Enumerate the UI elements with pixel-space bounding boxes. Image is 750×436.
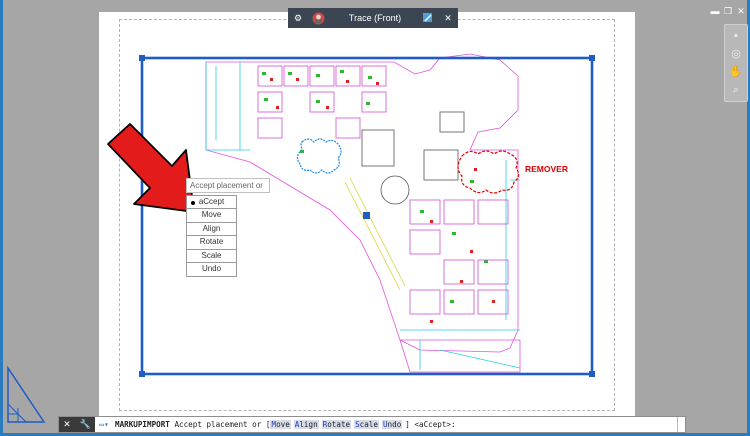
recent-commands-icon[interactable]: ▭▾ [95, 420, 113, 429]
ucs-icon [7, 365, 46, 423]
command-prompt: Accept placement or [174, 420, 262, 429]
command-line-close-icon[interactable]: ✕ [63, 419, 71, 430]
context-menu-item-scale[interactable]: Scale [187, 250, 236, 263]
trace-avatar-icon [308, 8, 328, 28]
option-align[interactable]: Align [293, 420, 319, 429]
grip-center[interactable] [363, 212, 370, 219]
cyan-cloud-markup [296, 138, 342, 174]
drawing-canvas[interactable]: REMOVER [0, 0, 750, 436]
grip-top-right[interactable] [589, 55, 595, 61]
option-undo[interactable]: Undo [381, 420, 403, 429]
remover-markup-label: REMOVER [525, 164, 568, 174]
trace-title: Trace (Front) [348, 13, 402, 23]
desk-clusters [262, 70, 488, 303]
context-menu-item-rotate[interactable]: Rotate [187, 236, 236, 250]
cyan-walls-top [205, 62, 250, 151]
command-line-text: MARKUPIMPORT Accept placement or [Move Al… [115, 420, 456, 429]
context-menu-item-move[interactable]: Move [187, 209, 236, 223]
command-default: <aCcept>: [414, 420, 456, 429]
grip-bottom-right[interactable] [589, 371, 595, 377]
option-rotate[interactable]: Rotate [321, 420, 352, 429]
option-move[interactable]: Move [270, 420, 291, 429]
room-grid-right [409, 199, 509, 315]
red-arrow-annotation [107, 123, 195, 213]
grip-top-left[interactable] [139, 55, 145, 61]
trace-markup-icon[interactable] [418, 8, 438, 28]
context-menu-item-undo[interactable]: Undo [187, 263, 236, 276]
context-menu: aCcept Move Align Rotate Scale Undo [186, 195, 237, 278]
command-line[interactable]: ✕ 🔧 ▭▾ MARKUPIMPORT Accept placement or … [58, 416, 686, 433]
grip-bottom-left[interactable] [139, 371, 145, 377]
wrench-icon[interactable]: 🔧 [79, 419, 90, 430]
command-name: MARKUPIMPORT [115, 420, 170, 429]
red-cloud-markup [457, 150, 520, 194]
gear-icon[interactable]: ⚙ [288, 8, 308, 28]
command-line-scroll[interactable] [677, 417, 685, 432]
floor-plan-wing [399, 339, 521, 373]
trace-close-icon[interactable]: ✕ [438, 8, 458, 28]
context-menu-item-align[interactable]: Align [187, 223, 236, 237]
core-structure [361, 111, 465, 205]
option-scale[interactable]: Scale [354, 420, 379, 429]
command-line-controls: ✕ 🔧 [59, 417, 95, 432]
context-menu-prompt: Accept placement or [186, 178, 270, 193]
cyan-walls-bottom [400, 329, 521, 370]
selected-bullet-icon [191, 201, 195, 205]
trace-toolbar: ⚙ Trace (Front) ✕ [288, 8, 458, 28]
context-menu-item-accept[interactable]: aCcept [187, 196, 236, 210]
